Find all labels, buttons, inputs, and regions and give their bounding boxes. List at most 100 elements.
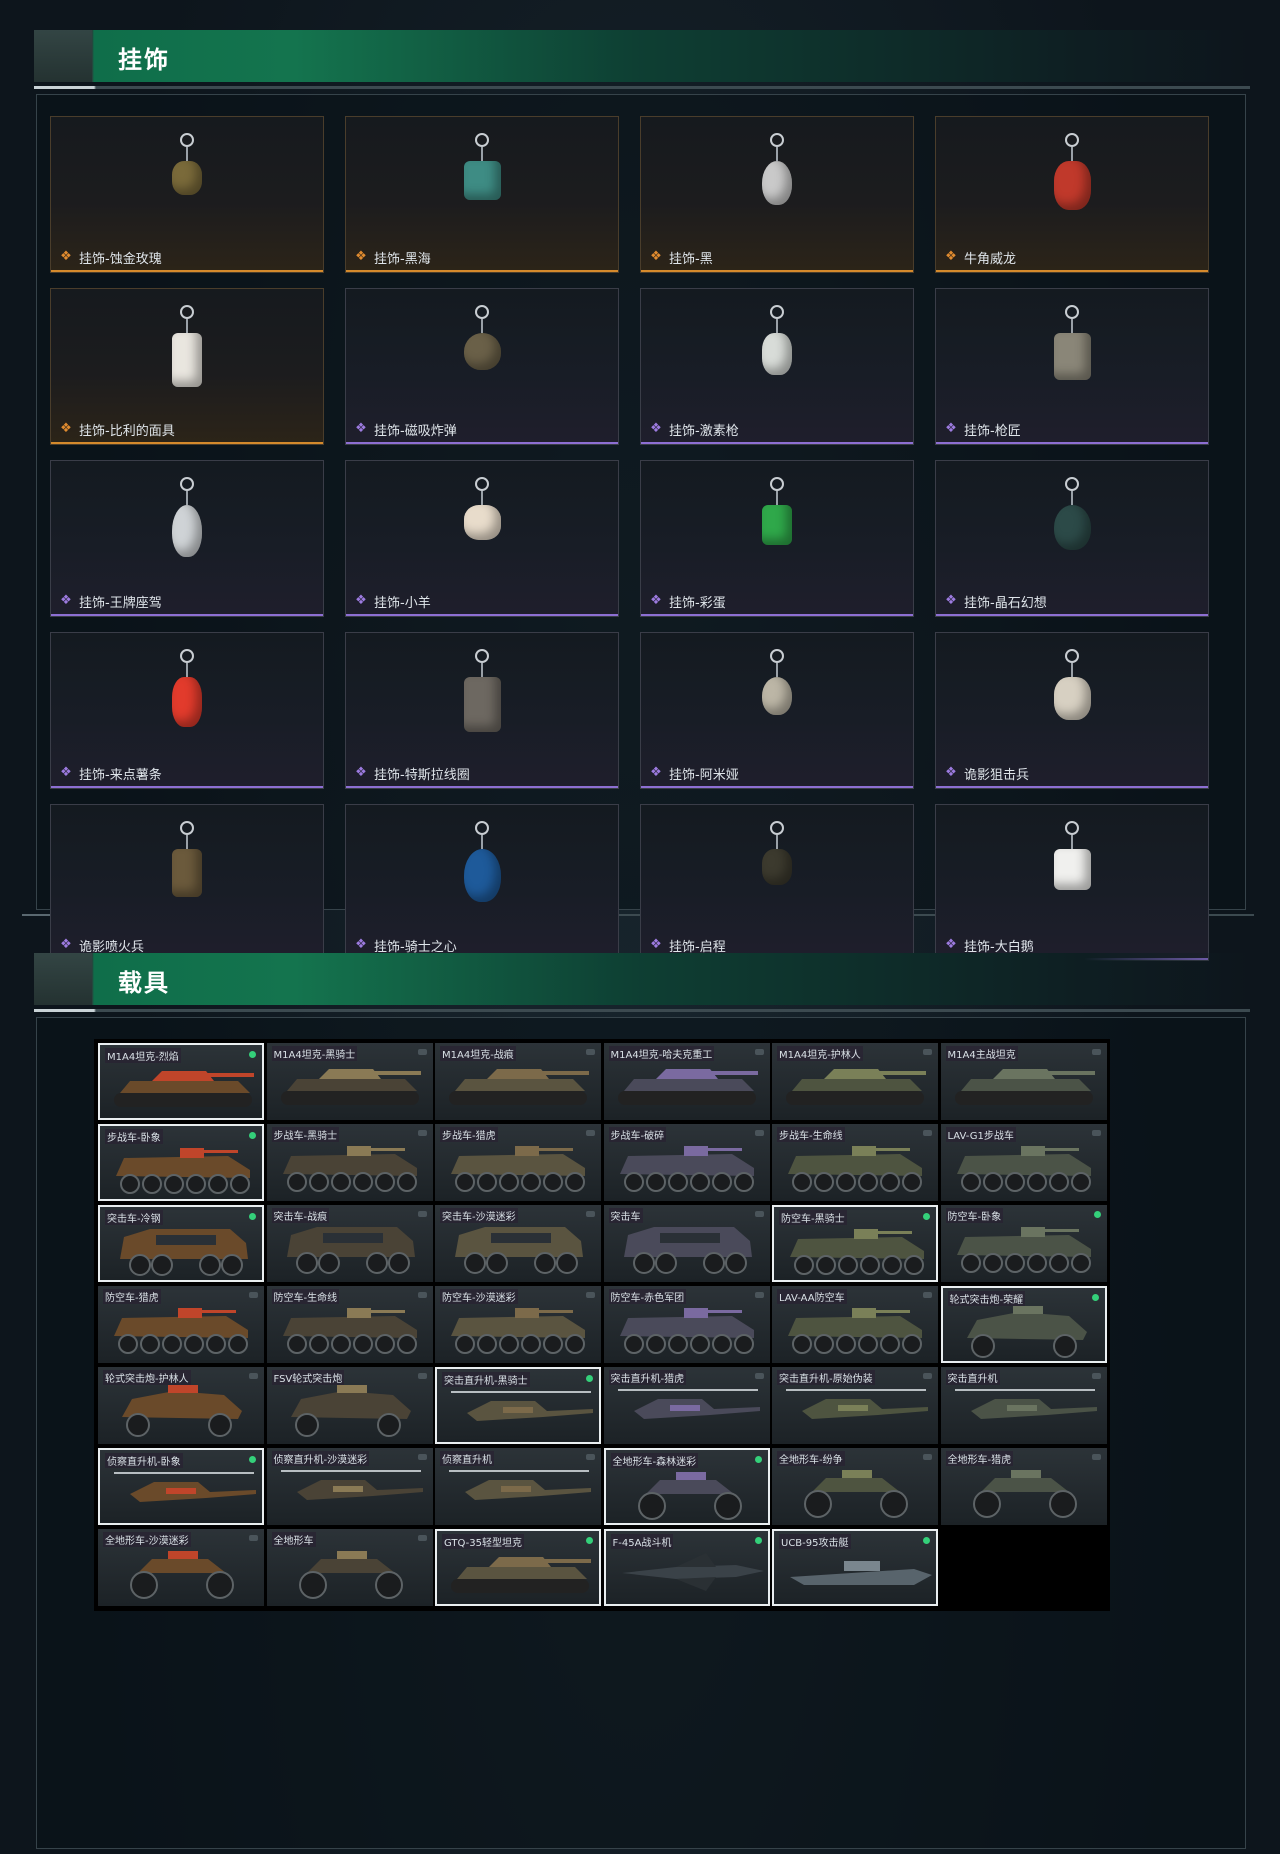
keyring-icon xyxy=(180,649,194,663)
charm-card[interactable]: ❖ 挂饰-磁吸炸弹 xyxy=(345,288,619,445)
vehicle-card[interactable]: 防空车-沙漠迷彩 xyxy=(435,1286,601,1363)
status-indicator xyxy=(754,1292,764,1298)
vehicle-card[interactable]: F-45A战斗机 xyxy=(603,1529,770,1606)
keyring-icon xyxy=(475,821,489,835)
vehicle-card[interactable]: 突击车-沙漠迷彩 xyxy=(435,1205,601,1282)
status-indicator xyxy=(417,1373,427,1379)
vehicle-card[interactable]: 防空车-猎虎 xyxy=(98,1286,264,1363)
vehicle-card[interactable]: M1A4坦克-哈夫克重工 xyxy=(603,1043,770,1120)
rarity-icon: ❖ xyxy=(355,421,367,436)
vehicle-card[interactable]: M1A4主战坦克 xyxy=(940,1043,1107,1120)
charm-card[interactable]: ❖ 挂饰-黑海 xyxy=(345,116,619,273)
vehicle-card[interactable]: 防空车-卧象 xyxy=(940,1205,1107,1282)
charm-card[interactable]: ❖ 挂饰-骑士之心 xyxy=(345,804,619,961)
status-indicator xyxy=(586,1130,595,1136)
vehicle-card[interactable]: M1A4坦克-战痕 xyxy=(435,1043,601,1120)
vehicle-name: 全地形车 xyxy=(271,1532,316,1547)
charm-name: 牛角威龙 xyxy=(964,252,1017,267)
vehicle-card[interactable]: 轮式突击炮-护林人 xyxy=(98,1367,264,1444)
vehicle-card[interactable]: 侦察直升机 xyxy=(435,1448,601,1525)
vehicle-card[interactable]: 步战车-卧象 xyxy=(98,1124,264,1201)
vehicle-card[interactable]: UCB-95攻击艇 xyxy=(772,1529,938,1606)
rarity-icon: ❖ xyxy=(945,421,957,436)
vehicle-card[interactable]: 突击直升机-猎虎 xyxy=(603,1367,770,1444)
vehicle-card[interactable]: 突击直升机-黑骑士 xyxy=(435,1367,601,1444)
charm-card[interactable]: ❖ 挂饰-阿米娅 xyxy=(640,632,914,789)
keyring-icon xyxy=(1065,305,1079,319)
keyring-icon xyxy=(475,649,489,663)
charm-card[interactable]: ❖ 挂饰-黑 xyxy=(640,116,914,273)
charm-card[interactable]: ❖ 诡影狙击兵 xyxy=(935,632,1209,789)
vehicle-card[interactable]: 全地形车-纷争 xyxy=(772,1448,938,1525)
vehicle-card[interactable]: 侦察直升机-沙漠迷彩 xyxy=(266,1448,433,1525)
vehicle-card[interactable]: 全地形车-沙漠迷彩 xyxy=(98,1529,264,1606)
vehicle-card[interactable]: 全地形车 xyxy=(266,1529,433,1606)
vehicle-card[interactable]: 防空车-赤色军团 xyxy=(603,1286,770,1363)
vehicle-card[interactable]: 步战车-黑骑士 xyxy=(266,1124,433,1201)
vehicle-card[interactable]: 步战车-猎虎 xyxy=(435,1124,601,1201)
vehicle-card[interactable]: 全地形车-猎虎 xyxy=(940,1448,1107,1525)
charm-icon xyxy=(1053,333,1091,380)
vehicle-name: 侦察直升机 xyxy=(440,1451,494,1466)
vehicle-card[interactable]: M1A4坦克-烈焰 xyxy=(98,1043,264,1120)
vehicle-card[interactable]: 步战车-生命线 xyxy=(772,1124,938,1201)
charm-card[interactable]: ❖ 挂饰-激素枪 xyxy=(640,288,914,445)
vehicle-card[interactable]: 突击车-冷钢 xyxy=(98,1205,264,1282)
charm-card[interactable]: ❖ 挂饰-小羊 xyxy=(345,460,619,617)
keyring-icon xyxy=(1065,821,1079,835)
vehicle-card[interactable]: 突击车-战痕 xyxy=(266,1205,433,1282)
vehicle-card[interactable]: 全地形车-森林迷彩 xyxy=(603,1448,770,1525)
tank-vehicle-icon xyxy=(280,1069,421,1105)
charm-card[interactable]: ❖ 挂饰-来点薯条 xyxy=(50,632,324,789)
vehicle-card[interactable]: 突击直升机-原始伪装 xyxy=(772,1367,938,1444)
charm-card[interactable]: ❖ 挂饰-大白鹅 xyxy=(935,804,1209,961)
vehicle-name: 突击车 xyxy=(608,1208,643,1223)
charm-card[interactable]: ❖ 挂饰-彩蛋 xyxy=(640,460,914,617)
charm-card[interactable]: ❖ 挂饰-启程 xyxy=(640,804,914,961)
status-indicator xyxy=(417,1535,427,1541)
charm-grid: ❖ 挂饰-蚀金玫瑰 ❖ 挂饰-黑海 ❖ 挂饰-黑 ❖ 牛角威龙 ❖ 挂饰-比利的面具 ❖ 挂饰-磁吸炸… xyxy=(50,116,1210,961)
vehicle-card[interactable]: 步战车-破碎 xyxy=(603,1124,770,1201)
atv-vehicle-icon xyxy=(637,1472,742,1520)
charm-card[interactable]: ❖ 挂饰-枪匠 xyxy=(935,288,1209,445)
ifv-vehicle-icon xyxy=(788,1308,922,1354)
charm-card[interactable]: ❖ 挂饰-蚀金玫瑰 xyxy=(50,116,324,273)
vehicle-name: 步战车-黑骑士 xyxy=(271,1127,340,1142)
vehicle-card[interactable]: 防空车-生命线 xyxy=(266,1286,433,1363)
vehicle-card[interactable]: 突击车 xyxy=(603,1205,770,1282)
atv-vehicle-icon xyxy=(804,1470,908,1518)
charm-name: 挂饰-枪匠 xyxy=(964,424,1021,439)
charm-icon xyxy=(1053,849,1091,890)
chain-icon xyxy=(776,663,778,677)
vehicle-card[interactable]: 轮式突击炮-荣耀 xyxy=(940,1286,1107,1363)
charm-card[interactable]: ❖ 挂饰-王牌座驾 xyxy=(50,460,324,617)
buggy-vehicle-icon xyxy=(966,1306,1087,1358)
vehicle-card[interactable]: GTQ-35轻型坦克 xyxy=(435,1529,601,1606)
charm-card[interactable]: ❖ 挂饰-晶石幻想 xyxy=(935,460,1209,617)
tank-vehicle-icon xyxy=(786,1069,926,1105)
vehicle-card[interactable]: M1A4坦克-黑骑士 xyxy=(266,1043,433,1120)
vehicle-card[interactable]: 防空车-黑骑士 xyxy=(772,1205,938,1282)
charm-card[interactable]: ❖ 挂饰-特斯拉线圈 xyxy=(345,632,619,789)
charm-card[interactable]: ❖ 牛角威龙 xyxy=(935,116,1209,273)
vehicle-card[interactable]: FSV轮式突击炮 xyxy=(266,1367,433,1444)
vehicle-card[interactable]: 侦察直升机-卧象 xyxy=(98,1448,264,1525)
vehicle-card[interactable]: LAV-G1步战车 xyxy=(940,1124,1107,1201)
charm-card[interactable]: ❖ 挂饰-比利的面具 xyxy=(50,288,324,445)
rarity-icon: ❖ xyxy=(60,249,72,264)
owned-status-dot xyxy=(754,1537,762,1544)
ifv-vehicle-icon xyxy=(956,1146,1091,1192)
vehicle-card[interactable]: 突击直升机 xyxy=(940,1367,1107,1444)
chain-icon xyxy=(776,491,778,505)
ifv-vehicle-icon xyxy=(619,1308,754,1354)
charm-card[interactable]: ❖ 诡影喷火兵 xyxy=(50,804,324,961)
heli-vehicle-icon xyxy=(786,1389,928,1419)
charm-name: 诡影狙击兵 xyxy=(964,768,1030,783)
keyring-icon xyxy=(180,477,194,491)
vehicle-card[interactable]: M1A4坦克-护林人 xyxy=(772,1043,938,1120)
keyring-icon xyxy=(475,305,489,319)
rarity-icon: ❖ xyxy=(650,249,662,264)
vehicle-name: M1A4坦克-护林人 xyxy=(777,1046,863,1061)
charm-name: 挂饰-磁吸炸弹 xyxy=(374,424,457,439)
vehicle-card[interactable]: LAV-AA防空车 xyxy=(772,1286,938,1363)
